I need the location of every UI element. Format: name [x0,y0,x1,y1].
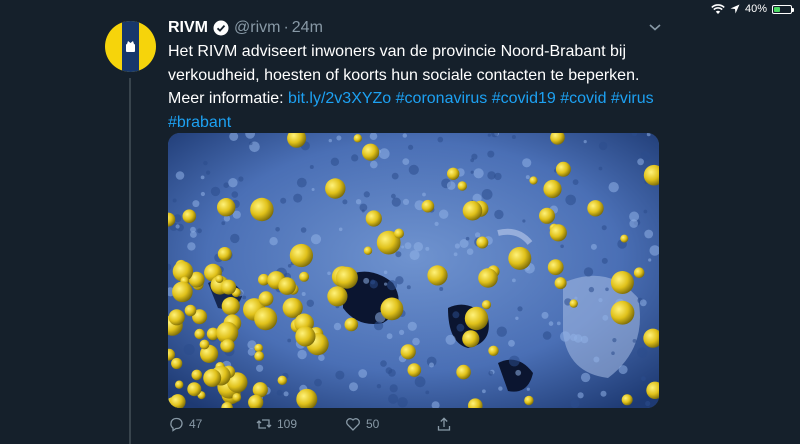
like-count: 50 [366,417,380,431]
header-separator: · [283,19,289,36]
status-bar: 40% [711,0,794,18]
virus-micrograph [168,133,659,408]
hashtag-brabant[interactable]: #brabant [168,114,231,131]
tweet-header: RIVM @rivm · 24m [168,19,323,37]
tweet-actions: 47 109 50 [168,416,648,438]
timestamp[interactable]: 24m [292,19,323,37]
reply-icon [170,417,183,432]
tweet-text-line1: Het RIVM adviseert inwoners van de provi… [168,43,626,60]
hashtag-virus[interactable]: #virus [611,90,654,107]
reply-count: 47 [189,417,203,431]
short-link[interactable]: bit.ly/2v3XYZo [288,90,391,107]
location-icon [730,4,740,14]
author-name[interactable]: RIVM [168,19,208,37]
chevron-down-icon[interactable] [648,22,662,32]
hashtag-covid[interactable]: #covid [560,90,606,107]
share-button[interactable] [436,416,452,432]
retweet-button[interactable]: 109 [256,416,297,432]
share-icon [437,417,451,431]
retweet-count: 109 [277,417,298,431]
hashtag-coronavirus[interactable]: #coronavirus [396,90,488,107]
battery-percent: 40% [744,3,767,15]
tweet-text: Het RIVM adviseert inwoners van de provi… [168,40,658,134]
like-button[interactable]: 50 [345,416,379,432]
retweet-icon [256,419,272,429]
author-handle[interactable]: @rivm [234,19,280,37]
tweet-image[interactable] [168,133,659,408]
hashtag-covid19[interactable]: #covid19 [492,90,556,107]
heart-icon [346,418,360,431]
reply-button[interactable]: 47 [168,416,202,432]
avatar[interactable] [105,21,156,72]
tweet-text-line2: verkoudheid, hoesten of koorts hun socia… [168,66,640,84]
battery-icon [772,4,794,14]
verified-badge-icon [213,20,229,36]
tweet-text-prefix: Meer informatie: [168,90,289,107]
crest-icon [126,41,135,52]
wifi-icon [711,3,725,14]
thread-line [129,78,131,444]
